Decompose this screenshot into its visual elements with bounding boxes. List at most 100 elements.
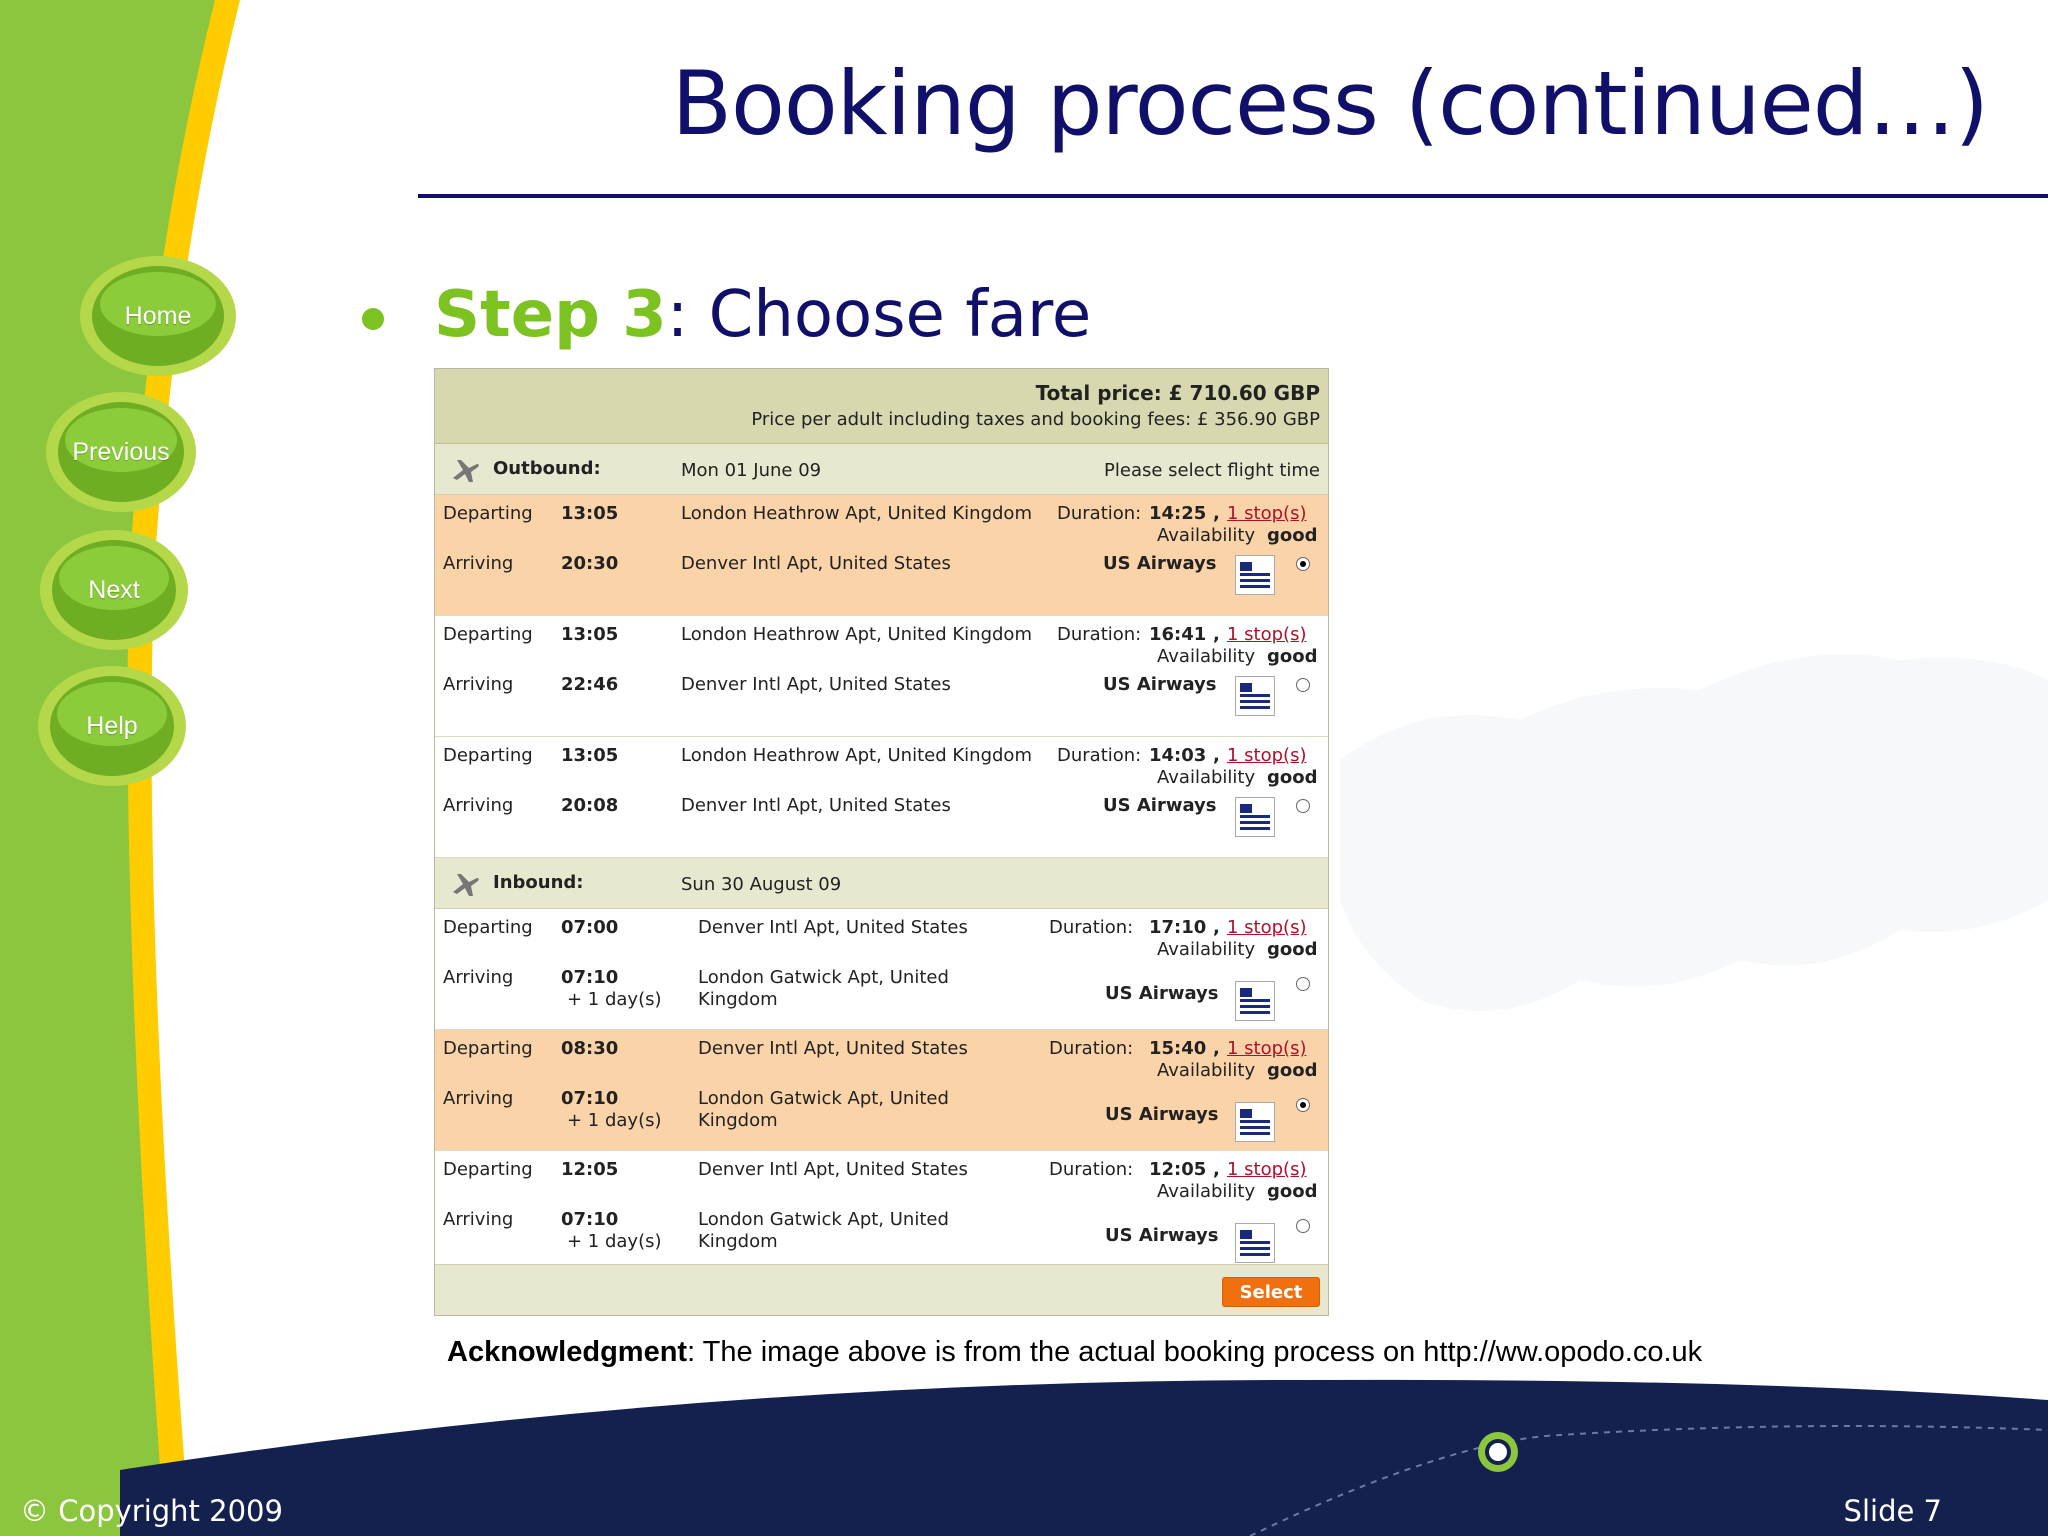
title-divider <box>418 194 2048 198</box>
price-summary: Total price: £ 710.60 GBP Price per adul… <box>435 369 1328 444</box>
previous-button[interactable]: Previous <box>46 392 196 512</box>
fare-radio[interactable] <box>1296 977 1310 991</box>
departure-airport: Denver Intl Apt, United States <box>698 1038 968 1059</box>
flight-option[interactable]: Departing 12:05 Denver Intl Apt, United … <box>435 1151 1328 1272</box>
step-heading: Step 3: Choose fare <box>434 278 1091 352</box>
stops-link[interactable]: 1 stop(s) <box>1227 1159 1306 1180</box>
help-button[interactable]: Help <box>38 666 186 786</box>
airline-name: US Airways <box>1105 1104 1219 1125</box>
flight-option[interactable]: Departing 13:05 London Heathrow Apt, Uni… <box>435 616 1328 737</box>
select-button[interactable]: Select <box>1222 1277 1320 1307</box>
arrival-time: 22:46 <box>561 674 619 695</box>
duration-label: Duration: <box>1057 624 1142 645</box>
departing-label: Departing <box>443 624 533 645</box>
stops-link[interactable]: 1 stop(s) <box>1227 503 1306 524</box>
flight-option[interactable]: Departing 13:05 London Heathrow Apt, Uni… <box>435 737 1328 858</box>
arrival-airport: London Gatwick Apt, United <box>698 967 949 988</box>
stops-link[interactable]: 1 stop(s) <box>1227 917 1306 938</box>
booking-footer: Select <box>435 1264 1328 1315</box>
target-icon <box>1478 1432 1518 1472</box>
airline-name: US Airways <box>1105 983 1219 1004</box>
stops-link[interactable]: 1 stop(s) <box>1227 1038 1306 1059</box>
duration-label: Duration: <box>1049 1038 1134 1059</box>
help-label: Help <box>86 711 138 740</box>
arrival-airport: Denver Intl Apt, United States <box>681 674 951 695</box>
fare-radio[interactable] <box>1296 1219 1310 1233</box>
availability-value: good <box>1267 1060 1318 1081</box>
fare-radio[interactable] <box>1296 678 1310 692</box>
availability-label: Availability <box>1157 646 1256 667</box>
duration-value: 14:25 <box>1149 503 1207 524</box>
home-button[interactable]: Home <box>80 256 236 376</box>
availability-label: Availability <box>1157 767 1256 788</box>
availability-value: good <box>1267 939 1318 960</box>
next-label: Next <box>88 575 140 604</box>
departing-label: Departing <box>443 745 533 766</box>
inbound-header: Inbound: Sun 30 August 09 <box>435 858 1328 909</box>
fare-radio[interactable] <box>1296 1098 1310 1112</box>
us-flag-icon <box>1235 981 1275 1021</box>
comma-separator: , <box>1213 1038 1220 1059</box>
comma-separator: , <box>1213 1159 1220 1180</box>
comma-separator: , <box>1213 917 1220 938</box>
arrival-airport: Denver Intl Apt, United States <box>681 795 951 816</box>
flight-option[interactable]: Departing 13:05 London Heathrow Apt, Uni… <box>435 495 1328 616</box>
acknowledgment-text: : The image above is from the actual boo… <box>687 1336 1703 1368</box>
duration-value: 12:05 <box>1149 1159 1207 1180</box>
booking-fare-table: Total price: £ 710.60 GBP Price per adul… <box>434 368 1329 1316</box>
arriving-label: Arriving <box>443 795 514 816</box>
duration-label: Duration: <box>1057 745 1142 766</box>
arrival-airport-cont: Kingdom <box>698 1110 778 1131</box>
duration-value: 16:41 <box>1149 624 1207 645</box>
outbound-label: Outbound: <box>493 458 601 479</box>
comma-separator: , <box>1213 503 1220 524</box>
us-flag-icon <box>1235 1102 1275 1142</box>
comma-separator: , <box>1213 624 1220 645</box>
next-button[interactable]: Next <box>40 530 188 650</box>
flight-option[interactable]: Departing 07:00 Denver Intl Apt, United … <box>435 909 1328 1030</box>
departing-label: Departing <box>443 1159 533 1180</box>
us-flag-icon <box>1235 797 1275 837</box>
departing-label: Departing <box>443 917 533 938</box>
arrival-day-offset: + 1 day(s) <box>567 989 662 1010</box>
arrival-time: 07:10 <box>561 1209 619 1230</box>
availability-label: Availability <box>1157 939 1256 960</box>
step-text: : Choose fare <box>666 278 1092 352</box>
arrival-time: 07:10 <box>561 967 619 988</box>
departing-label: Departing <box>443 503 533 524</box>
flight-option[interactable]: Departing 08:30 Denver Intl Apt, United … <box>435 1030 1328 1151</box>
arrival-airport-cont: Kingdom <box>698 989 778 1010</box>
departure-time: 13:05 <box>561 624 619 645</box>
step-label: Step 3 <box>434 278 667 352</box>
arrival-time: 20:30 <box>561 553 619 574</box>
arriving-label: Arriving <box>443 674 514 695</box>
stops-link[interactable]: 1 stop(s) <box>1227 745 1306 766</box>
slide-title: Booking process (continued…) <box>671 52 1989 155</box>
departure-time: 08:30 <box>561 1038 619 1059</box>
price-per-adult: Price per adult including taxes and book… <box>751 409 1320 430</box>
plane-icon <box>453 874 479 896</box>
outbound-header: Outbound: Mon 01 June 09 Please select f… <box>435 444 1328 495</box>
stops-link[interactable]: 1 stop(s) <box>1227 624 1306 645</box>
duration-label: Duration: <box>1057 503 1142 524</box>
home-label: Home <box>124 301 192 330</box>
availability-value: good <box>1267 646 1318 667</box>
airline-name: US Airways <box>1103 674 1217 695</box>
airline-name: US Airways <box>1105 1225 1219 1246</box>
departure-airport: London Heathrow Apt, United Kingdom <box>681 624 1032 645</box>
slide-number: Slide 7 <box>1843 1494 1942 1528</box>
departure-time: 12:05 <box>561 1159 619 1180</box>
arrival-time: 20:08 <box>561 795 619 816</box>
bullet-icon <box>362 308 384 330</box>
availability-label: Availability <box>1157 1181 1256 1202</box>
arriving-label: Arriving <box>443 1209 514 1230</box>
acknowledgment: Acknowledgment: The image above is from … <box>447 1336 1702 1369</box>
fare-radio[interactable] <box>1296 557 1310 571</box>
availability-label: Availability <box>1157 1060 1256 1081</box>
arrival-airport: London Gatwick Apt, United <box>698 1088 949 1109</box>
fare-radio[interactable] <box>1296 799 1310 813</box>
outbound-date: Mon 01 June 09 <box>681 460 822 481</box>
availability-value: good <box>1267 525 1318 546</box>
duration-value: 17:10 <box>1149 917 1207 938</box>
departure-airport: London Heathrow Apt, United Kingdom <box>681 503 1032 524</box>
